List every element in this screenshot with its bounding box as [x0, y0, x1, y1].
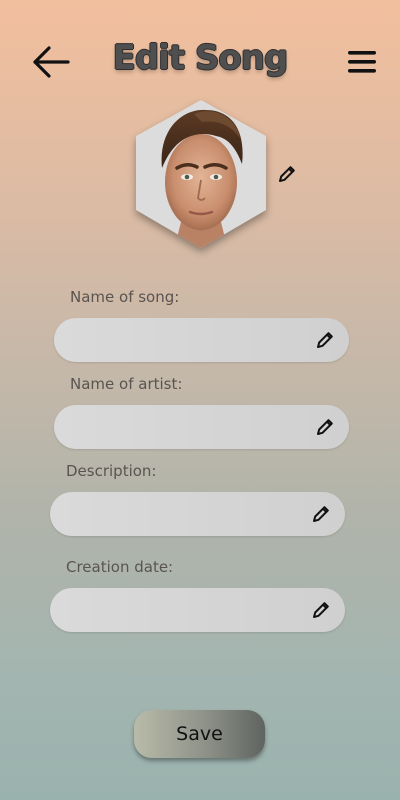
song-name-edit-button[interactable] [315, 330, 335, 350]
description-label: Description: [66, 462, 157, 480]
pencil-icon [279, 166, 295, 182]
artist-name-field[interactable] [54, 405, 349, 449]
song-name-label: Name of song: [70, 288, 180, 306]
pencil-icon [317, 419, 333, 435]
creation-date-field[interactable] [50, 588, 345, 632]
save-button-label: Save [176, 723, 223, 745]
pencil-icon [317, 332, 333, 348]
creation-date-edit-button[interactable] [311, 600, 331, 620]
page-title: Edit Song [112, 38, 289, 78]
avatar-edit-button[interactable] [275, 162, 299, 186]
pencil-icon [313, 602, 329, 618]
artist-name-label: Name of artist: [70, 375, 183, 393]
save-button[interactable]: Save [134, 710, 265, 758]
hamburger-menu-icon [348, 51, 376, 73]
description-field[interactable] [50, 492, 345, 536]
avatar[interactable] [132, 98, 270, 250]
pencil-icon [313, 506, 329, 522]
description-edit-button[interactable] [311, 504, 331, 524]
creation-date-label: Creation date: [66, 558, 174, 576]
menu-button[interactable] [344, 44, 380, 80]
profile-photo [136, 100, 266, 248]
song-name-field[interactable] [54, 318, 349, 362]
artist-name-edit-button[interactable] [315, 417, 335, 437]
